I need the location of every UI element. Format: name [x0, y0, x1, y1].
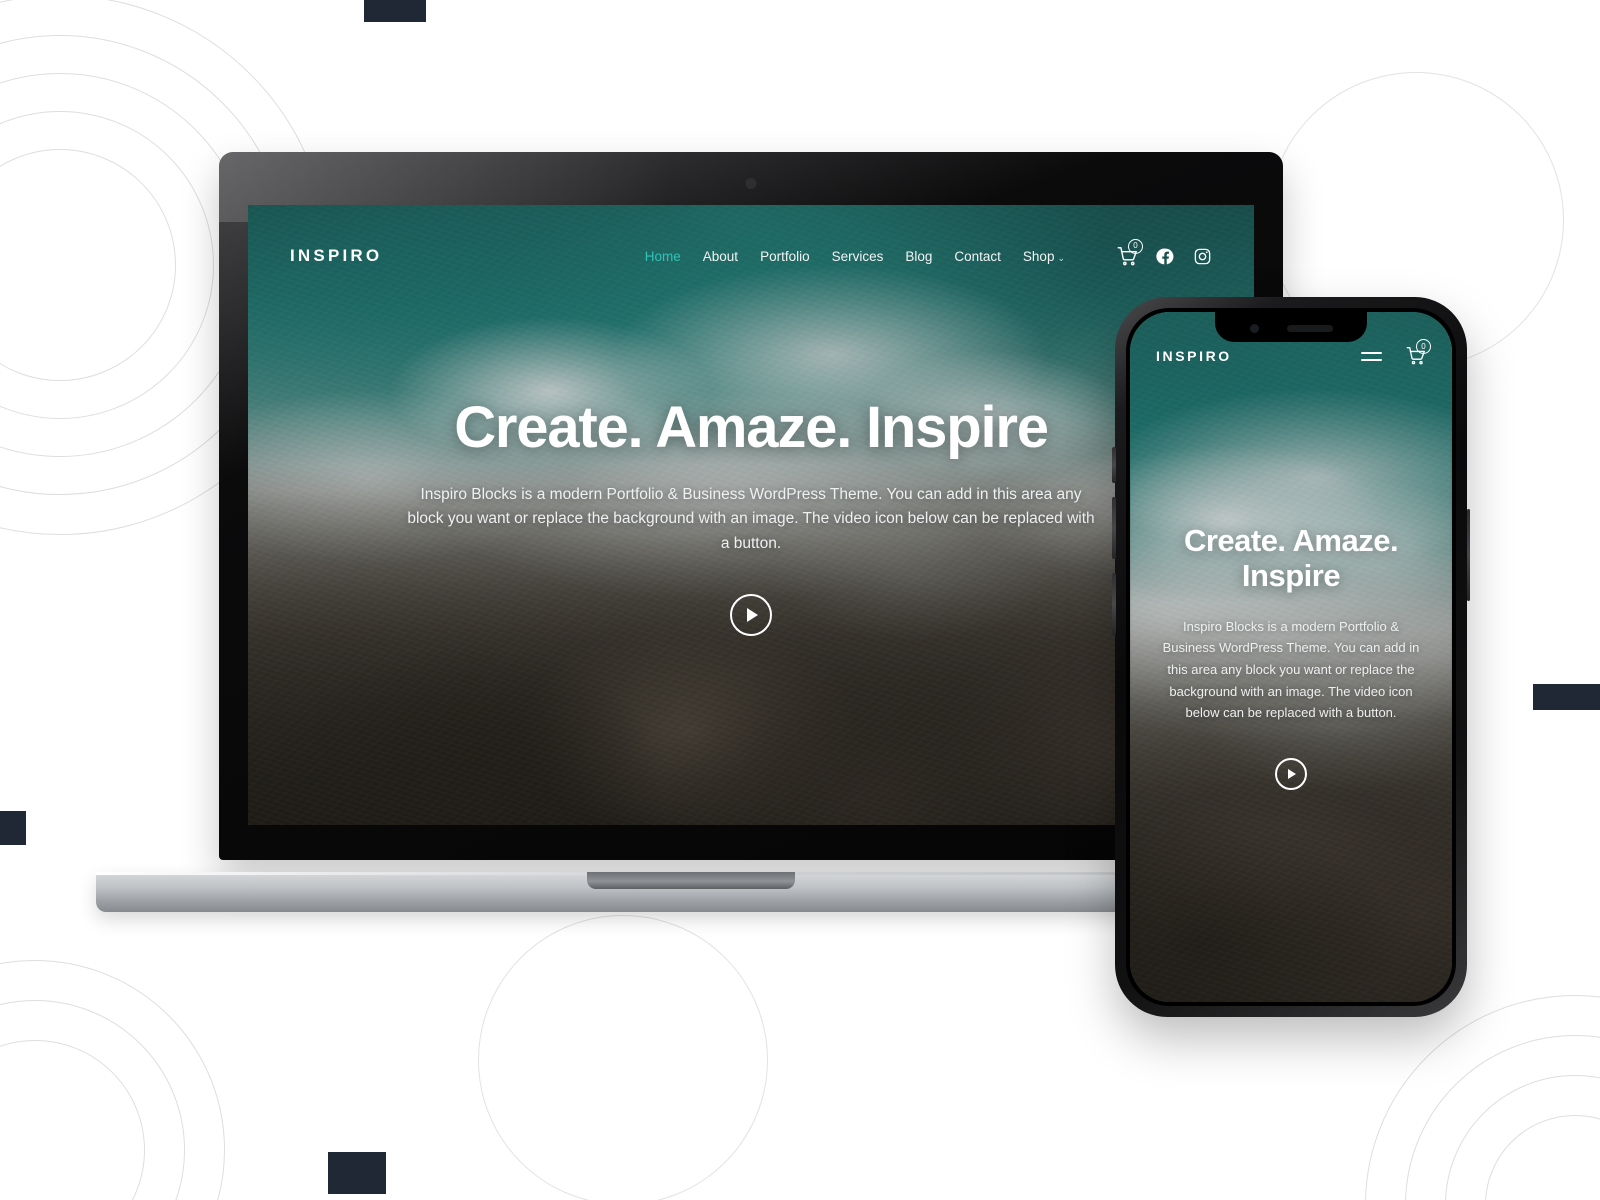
decorative-square-top: [364, 0, 426, 22]
mobile-play-video-button[interactable]: [1275, 757, 1307, 790]
earpiece-speaker-icon: [1286, 324, 1333, 332]
mobile-website: INSPIRO 0 Create. Amaze. Inspire Inspiro…: [1130, 312, 1452, 1002]
decorative-square-bottom: [328, 1152, 386, 1194]
mobile-play-triangle-icon: [1288, 768, 1297, 779]
decorative-rings-bottom-left: [0, 960, 225, 1200]
decorative-rings-bottom-right: [1365, 995, 1600, 1200]
phone-screen: INSPIRO 0 Create. Amaze. Inspire Inspiro…: [1130, 312, 1452, 1002]
mobile-hero-section: Create. Amaze. Inspire Inspiro Blocks is…: [1130, 312, 1452, 1002]
decorative-square-right: [1533, 684, 1600, 710]
laptop-base-notch: [587, 872, 795, 889]
decorative-circle-bottom-center: [478, 915, 768, 1200]
hero-title: Create. Amaze. Inspire: [454, 395, 1049, 461]
mockup-stage: INSPIRO Home About Portfolio Services Bl…: [0, 0, 1600, 1200]
laptop-screen: INSPIRO Home About Portfolio Services Bl…: [248, 205, 1254, 825]
phone-volume-up-button[interactable]: [1112, 497, 1116, 559]
mobile-cart-icon[interactable]: 0: [1406, 339, 1431, 366]
phone-mockup: INSPIRO 0 Create. Amaze. Inspire Inspiro…: [1112, 297, 1470, 1017]
play-video-button[interactable]: [730, 593, 772, 636]
phone-notch: [1215, 312, 1367, 342]
phone-mute-switch[interactable]: [1112, 447, 1116, 483]
phone-bezel: INSPIRO 0 Create. Amaze. Inspire Inspiro…: [1126, 308, 1456, 1006]
hero-description: Inspiro Blocks is a modern Portfolio & B…: [407, 486, 1095, 552]
mobile-site-logo[interactable]: INSPIRO: [1156, 348, 1232, 364]
play-triangle-icon: [747, 607, 758, 622]
phone-power-button[interactable]: [1466, 509, 1470, 601]
mobile-hero-description: Inspiro Blocks is a modern Portfolio & B…: [1162, 618, 1420, 721]
laptop-webcam-icon: [745, 178, 757, 189]
mobile-hero-title: Create. Amaze. Inspire: [1183, 523, 1399, 594]
phone-volume-down-button[interactable]: [1112, 573, 1116, 635]
front-camera-icon: [1249, 323, 1259, 333]
decorative-square-left: [0, 811, 26, 845]
hamburger-menu-icon[interactable]: [1361, 351, 1382, 361]
laptop-mockup: INSPIRO Home About Portfolio Services Bl…: [96, 152, 1286, 912]
desktop-website: INSPIRO Home About Portfolio Services Bl…: [248, 205, 1254, 825]
mobile-nav-icons: 0: [1361, 339, 1431, 366]
laptop-base: [96, 872, 1286, 912]
mobile-cart-badge: 0: [1416, 339, 1431, 354]
desktop-hero-section: Create. Amaze. Inspire Inspiro Blocks is…: [248, 205, 1254, 825]
